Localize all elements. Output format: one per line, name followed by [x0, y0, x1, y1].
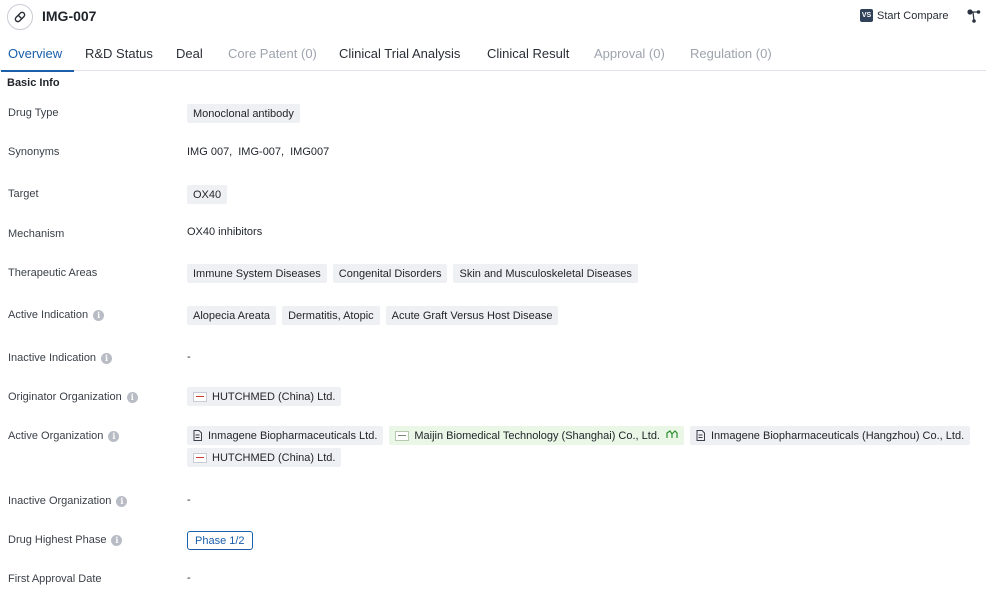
tab-clinical-result[interactable]: Clinical Result — [487, 46, 569, 71]
active-org-name: HUTCHMED (China) Ltd. — [212, 452, 335, 464]
label-target: Target — [8, 188, 39, 200]
label-mechanism-text: Mechanism — [8, 228, 64, 240]
label-active-indication: Active Indication i — [8, 309, 104, 321]
value-therapeutic-areas: Immune System Diseases Congenital Disord… — [187, 264, 644, 283]
tab-bar: Overview R&D Status Deal Core Patent (0)… — [0, 38, 986, 71]
active-indication-tag[interactable]: Acute Graft Versus Host Disease — [386, 306, 559, 325]
tab-deal[interactable]: Deal — [176, 46, 203, 71]
pill-icon — [7, 4, 33, 30]
active-indication-tag[interactable]: Alopecia Areata — [187, 306, 276, 325]
label-synonyms: Synonyms — [8, 146, 59, 158]
label-originator-org: Originator Organization i — [8, 391, 138, 403]
active-indication-tag[interactable]: Dermatitis, Atopic — [282, 306, 380, 325]
company-logo-icon — [193, 392, 207, 402]
synonym-item: IMG-007, — [238, 146, 284, 158]
page-title: IMG-007 — [42, 8, 96, 24]
drug-type-tag[interactable]: Monoclonal antibody — [187, 104, 300, 123]
section-title-basic-info: Basic Info — [7, 77, 60, 89]
active-org-name: Maijin Biomedical Technology (Shanghai) … — [414, 430, 660, 442]
label-active-indication-text: Active Indication — [8, 309, 88, 321]
label-drug-type: Drug Type — [8, 107, 59, 119]
mechanism-value: OX40 inhibitors — [187, 226, 262, 238]
therapeutic-area-tag[interactable]: Immune System Diseases — [187, 264, 327, 283]
label-therapeutic-areas: Therapeutic Areas — [8, 267, 97, 279]
value-active-indication: Alopecia Areata Dermatitis, Atopic Acute… — [187, 306, 564, 325]
tab-approval[interactable]: Approval (0) — [594, 46, 665, 71]
label-inactive-indication: Inactive Indication i — [8, 352, 112, 364]
value-active-org-row2: HUTCHMED (China) Ltd. — [187, 448, 347, 467]
info-icon[interactable]: i — [127, 392, 138, 403]
info-icon[interactable]: i — [116, 496, 127, 507]
document-icon — [696, 430, 705, 441]
target-tag[interactable]: OX40 — [187, 185, 227, 204]
label-therapeutic-areas-text: Therapeutic Areas — [8, 267, 97, 279]
active-org-tag[interactable]: Inmagene Biopharmaceuticals Ltd. — [187, 426, 383, 445]
therapeutic-area-tag[interactable]: Congenital Disorders — [333, 264, 448, 283]
label-inactive-org: Inactive Organization i — [8, 495, 127, 507]
label-first-approval-text: First Approval Date — [8, 573, 102, 585]
value-active-org-row1: Inmagene Biopharmaceuticals Ltd. Maijin … — [187, 426, 976, 445]
value-target: OX40 — [187, 185, 233, 204]
value-drug-type: Monoclonal antibody — [187, 104, 306, 123]
company-logo-icon — [395, 431, 409, 441]
value-mechanism: OX40 inhibitors — [187, 226, 262, 238]
inactive-indication-value: - — [187, 351, 191, 363]
active-org-name: Inmagene Biopharmaceuticals (Hangzhou) C… — [711, 430, 964, 442]
phase-badge[interactable]: Phase 1/2 — [187, 531, 253, 550]
label-synonyms-text: Synonyms — [8, 146, 59, 158]
vs-icon: VS — [860, 9, 873, 22]
page-header: IMG-007 VS Start Compare — [0, 0, 986, 34]
therapeutic-area-tag[interactable]: Skin and Musculoskeletal Diseases — [453, 264, 637, 283]
active-org-tag[interactable]: Maijin Biomedical Technology (Shanghai) … — [389, 426, 684, 445]
value-originator-org: HUTCHMED (China) Ltd. — [187, 387, 347, 406]
label-originator-org-text: Originator Organization — [8, 391, 122, 403]
value-inactive-indication: - — [187, 351, 191, 363]
inactive-org-value: - — [187, 494, 191, 506]
originator-org-name: HUTCHMED (China) Ltd. — [212, 391, 335, 403]
synonym-item: IMG 007, — [187, 146, 232, 158]
tab-core-patent[interactable]: Core Patent (0) — [228, 46, 317, 71]
tree-icon[interactable] — [966, 8, 982, 27]
active-org-name: Inmagene Biopharmaceuticals Ltd. — [208, 430, 377, 442]
info-icon[interactable]: i — [93, 310, 104, 321]
label-mechanism: Mechanism — [8, 228, 64, 240]
company-logo-icon — [193, 453, 207, 463]
active-org-tag[interactable]: Inmagene Biopharmaceuticals (Hangzhou) C… — [690, 426, 970, 445]
info-icon[interactable]: i — [111, 535, 122, 546]
label-inactive-indication-text: Inactive Indication — [8, 352, 96, 364]
label-active-org: Active Organization i — [8, 430, 119, 442]
value-first-approval: - — [187, 572, 191, 584]
active-org-tag[interactable]: HUTCHMED (China) Ltd. — [187, 448, 341, 467]
label-highest-phase: Drug Highest Phase i — [8, 534, 122, 546]
label-target-text: Target — [8, 188, 39, 200]
value-synonyms: IMG 007, IMG-007, IMG007 — [187, 146, 335, 158]
document-icon — [193, 430, 202, 441]
label-inactive-org-text: Inactive Organization — [8, 495, 111, 507]
synonym-item: IMG007 — [290, 146, 329, 158]
label-first-approval: First Approval Date — [8, 573, 102, 585]
tab-rd-status[interactable]: R&D Status — [85, 46, 153, 71]
start-compare-label: Start Compare — [877, 10, 949, 22]
info-icon[interactable]: i — [101, 353, 112, 364]
info-icon[interactable]: i — [108, 431, 119, 442]
label-active-org-text: Active Organization — [8, 430, 103, 442]
originator-org-tag[interactable]: HUTCHMED (China) Ltd. — [187, 387, 341, 406]
tab-clinical-trial-analysis[interactable]: Clinical Trial Analysis — [339, 46, 460, 71]
tab-regulation[interactable]: Regulation (0) — [690, 46, 772, 71]
start-compare-button[interactable]: VS Start Compare — [860, 9, 949, 22]
label-drug-type-text: Drug Type — [8, 107, 59, 119]
first-approval-value: - — [187, 572, 191, 584]
value-highest-phase: Phase 1/2 — [187, 531, 253, 550]
tab-overview[interactable]: Overview — [8, 46, 62, 71]
label-highest-phase-text: Drug Highest Phase — [8, 534, 106, 546]
value-inactive-org: - — [187, 494, 191, 506]
growth-chart-icon — [666, 430, 678, 442]
